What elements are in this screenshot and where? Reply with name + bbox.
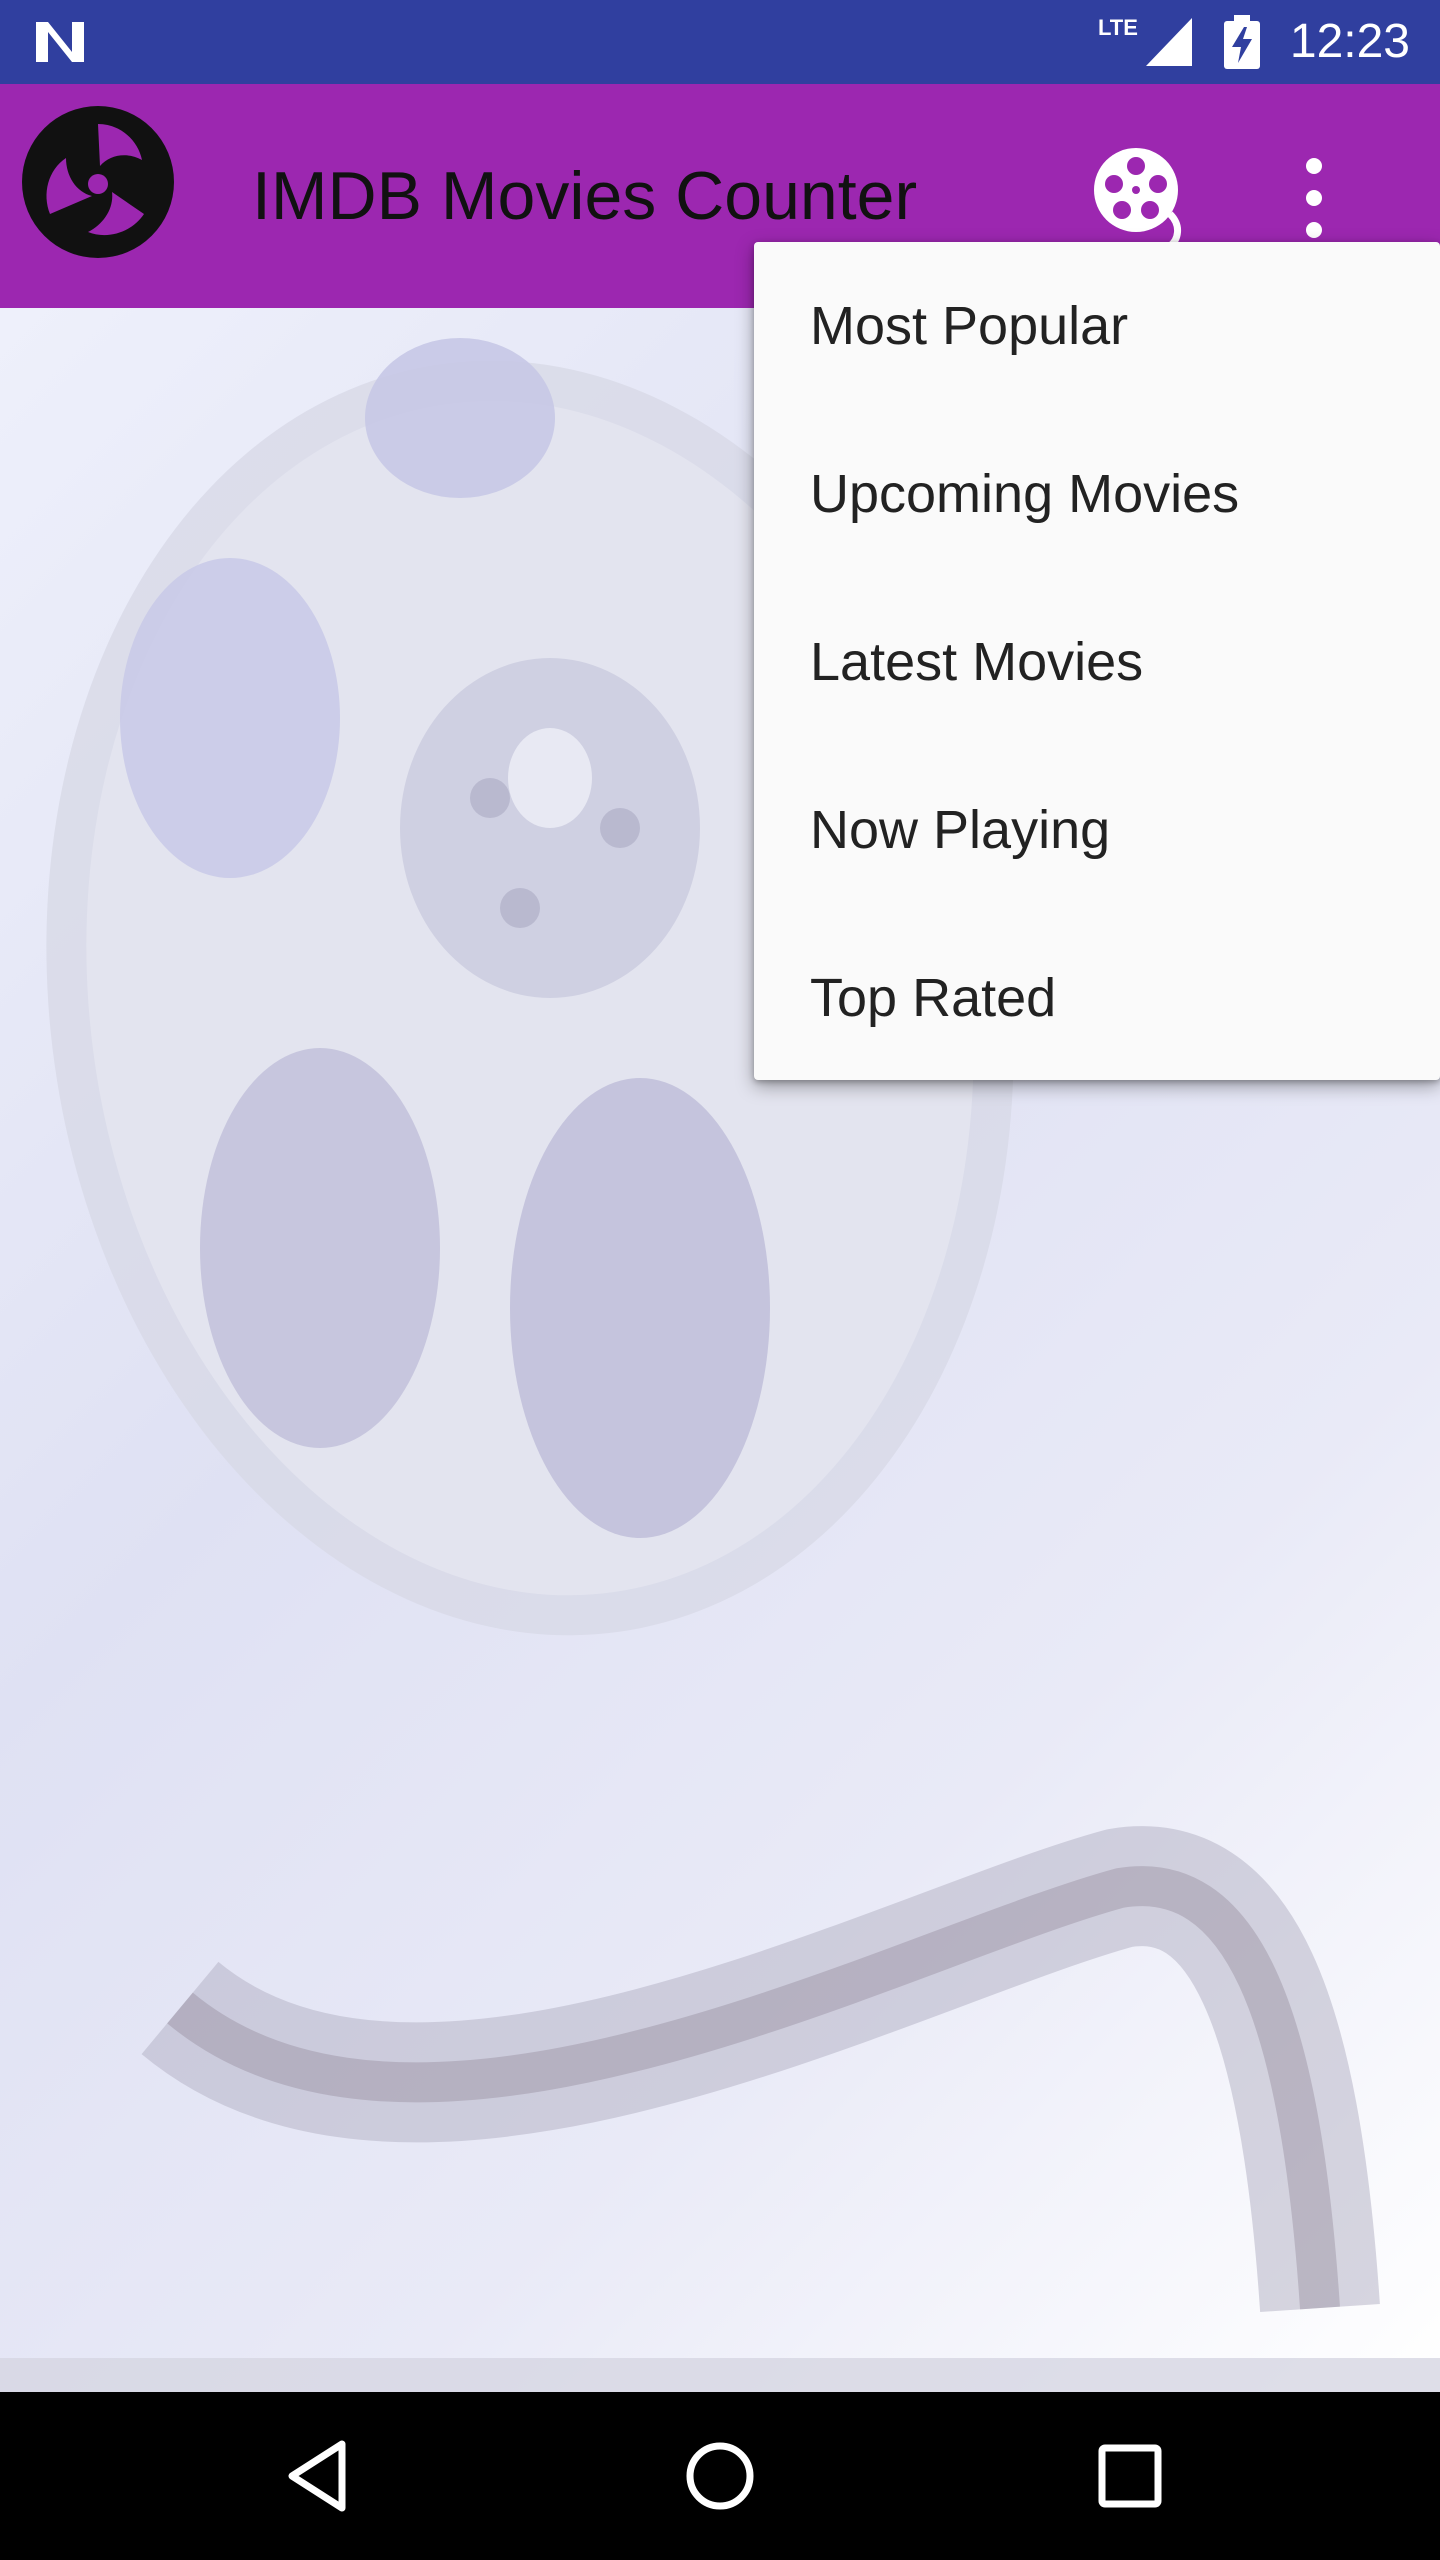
menu-item-top-rated[interactable]: Top Rated [754, 914, 1440, 1082]
more-vert-icon[interactable] [1286, 150, 1342, 246]
notification-n-icon [36, 22, 84, 62]
menu-item-upcoming-movies[interactable]: Upcoming Movies [754, 410, 1440, 578]
status-bar: LTE 12:23 [0, 0, 1440, 84]
battery-charging-icon [1223, 15, 1260, 69]
recents-icon[interactable] [1090, 2436, 1170, 2516]
home-icon[interactable] [680, 2436, 760, 2516]
status-time: 12:23 [1289, 15, 1410, 68]
signal-icon [1145, 18, 1192, 66]
navigation-bar [0, 2392, 1440, 2560]
overflow-menu: Most Popular Upcoming Movies Latest Movi… [754, 242, 1440, 1080]
menu-item-latest-movies[interactable]: Latest Movies [754, 578, 1440, 746]
film-reel-icon[interactable] [1090, 144, 1194, 248]
back-icon[interactable] [280, 2436, 360, 2516]
menu-item-now-playing[interactable]: Now Playing [754, 746, 1440, 914]
menu-item-most-popular[interactable]: Most Popular [754, 242, 1440, 410]
network-type-label: LTE [1097, 15, 1138, 40]
app-logo-icon [22, 106, 174, 258]
